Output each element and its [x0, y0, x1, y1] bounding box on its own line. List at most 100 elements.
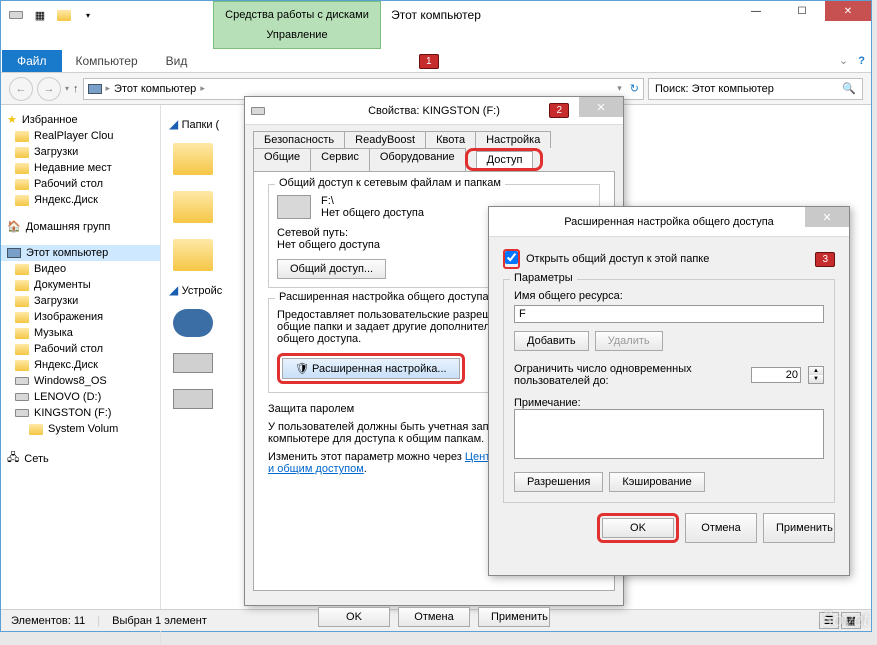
ribbon-tab-computer[interactable]: Компьютер [62, 50, 152, 72]
tree-favorites[interactable]: ★Избранное [1, 111, 160, 128]
file-tab[interactable]: Файл [2, 50, 62, 72]
tree-this-pc[interactable]: Этот компьютер [1, 245, 160, 261]
advanced-sharing-button[interactable]: 🛡 Расширенная настройка... [282, 358, 460, 379]
contextual-tab-sub: Управление [266, 29, 327, 41]
title-bar: ▦ ▾ Этот компьютер — ☐ ✕ [1, 1, 871, 29]
advanced-ok-button[interactable]: OK [602, 518, 674, 538]
properties-cancel-button[interactable]: Отмена [398, 607, 470, 627]
properties-tabs-row1: Безопасность ReadyBoost Квота Настройка [245, 125, 623, 148]
no-share-label: Нет общего доступа [321, 207, 424, 219]
folder-qat-icon[interactable] [53, 4, 75, 26]
refresh-icon[interactable]: ↻ [630, 82, 639, 95]
drive-path-label: F:\ [321, 195, 424, 207]
properties-title-bar: Свойства: KINGSTON (F:) 2 ✕ [245, 97, 623, 125]
parameters-label: Параметры [510, 272, 577, 284]
close-button[interactable]: ✕ [825, 1, 871, 21]
tab-quota[interactable]: Квота [425, 131, 476, 148]
tree-pc-item[interactable]: LENOVO (D:) [1, 389, 160, 405]
tree-fav-item[interactable]: Недавние мест [1, 160, 160, 176]
tree-pc-item[interactable]: Загрузки [1, 293, 160, 309]
properties-tabs-row2: Общие Сервис Оборудование Доступ [245, 148, 623, 171]
limit-spinner[interactable]: ▲▼ [808, 366, 824, 384]
tree-fav-item[interactable]: Загрузки [1, 144, 160, 160]
tab-sharing[interactable]: Доступ [476, 151, 534, 168]
drive-icon [5, 4, 27, 26]
tree-fav-item[interactable]: Рабочий стол [1, 176, 160, 192]
share-folder-checkbox[interactable] [505, 251, 518, 264]
tab-tools[interactable]: Сервис [310, 148, 370, 171]
tab-customize[interactable]: Настройка [475, 131, 551, 148]
tree-pc-item[interactable]: KINGSTON (F:) [1, 405, 160, 421]
share-checkbox-row: Открыть общий доступ к этой папке 3 [503, 249, 835, 269]
properties-title: Свойства: KINGSTON (F:) [368, 105, 500, 117]
search-placeholder: Поиск: Этот компьютер [655, 83, 774, 95]
parameters-group: Параметры Имя общего ресурса: Добавить У… [503, 279, 835, 503]
drive-large-icon [277, 195, 311, 219]
advanced-cancel-button[interactable]: Отмена [685, 513, 757, 543]
tree-pc-item[interactable]: Видео [1, 261, 160, 277]
tree-fav-item[interactable]: RealPlayer Clou [1, 128, 160, 144]
ribbon-tab-view[interactable]: Вид [152, 50, 202, 72]
add-button[interactable]: Добавить [514, 331, 589, 351]
tree-pc-item[interactable]: Документы [1, 277, 160, 293]
properties-dialog-buttons: OK Отмена Применить [245, 599, 623, 635]
up-button[interactable]: ↑ [73, 83, 79, 95]
properties-ok-button[interactable]: OK [318, 607, 390, 627]
tree-fav-item[interactable]: Яндекс.Диск [1, 192, 160, 208]
advanced-button-highlight: 🛡 Расширенная настройка... [277, 353, 465, 384]
caching-button[interactable]: Кэширование [609, 472, 704, 492]
status-selected: Выбран 1 элемент [112, 615, 207, 627]
forward-button[interactable]: → [37, 77, 61, 101]
advanced-title: Расширенная настройка общего доступа [564, 216, 774, 228]
maximize-button[interactable]: ☐ [779, 1, 825, 21]
help-icon[interactable]: ? [858, 55, 865, 67]
group-label: Расширенная настройка общего доступа [275, 291, 493, 303]
tree-homegroup[interactable]: 🏠Домашняя групп [1, 218, 160, 235]
ribbon-expand-icon[interactable]: ⌄ [839, 54, 848, 67]
badge-1: 1 [419, 54, 439, 69]
back-button[interactable]: ← [9, 77, 33, 101]
advanced-title-bar: Расширенная настройка общего доступа ✕ [489, 207, 849, 237]
share-button[interactable]: Общий доступ... [277, 259, 386, 279]
view-details-icon[interactable]: ☰ [819, 612, 839, 629]
tree-pc-item[interactable]: Изображения [1, 309, 160, 325]
tree-pc-item[interactable]: Яндекс.Диск [1, 357, 160, 373]
tree-network[interactable]: 🖧Сеть [1, 447, 160, 470]
properties-apply-button[interactable]: Применить [478, 607, 550, 627]
tab-security[interactable]: Безопасность [253, 131, 345, 148]
search-icon: 🔍 [842, 82, 856, 95]
advanced-apply-button[interactable]: Применить [763, 513, 835, 543]
window-title: Этот компьютер [391, 8, 481, 22]
limit-users-input[interactable] [751, 367, 801, 383]
ribbon-bar: Файл Компьютер Вид 1 ⌄ ? [1, 49, 871, 73]
contextual-tab-title: Средства работы с дисками [225, 9, 369, 21]
contextual-tab-disk-tools[interactable]: Средства работы с дисками Управление [213, 1, 381, 49]
tree-pc-subitem[interactable]: System Volum [1, 421, 160, 437]
minimize-button[interactable]: — [733, 1, 779, 21]
tree-pc-item[interactable]: Windows8_OS [1, 373, 160, 389]
navigation-pane: ★Избранное RealPlayer Clou Загрузки Неда… [1, 105, 161, 645]
properties-close-button[interactable]: ✕ [579, 97, 623, 117]
history-dropdown-icon[interactable]: ▾ [65, 84, 69, 93]
tree-pc-item[interactable]: Рабочий стол [1, 341, 160, 357]
search-input[interactable]: Поиск: Этот компьютер 🔍 [648, 78, 863, 100]
permissions-button[interactable]: Разрешения [514, 472, 603, 492]
limit-users-label: Ограничить число одновременных пользоват… [514, 363, 743, 387]
tab-general[interactable]: Общие [253, 148, 311, 171]
badge-3: 3 [815, 252, 835, 267]
advanced-sharing-dialog: Расширенная настройка общего доступа ✕ О… [488, 206, 850, 576]
note-textarea[interactable] [514, 409, 824, 459]
tree-pc-item[interactable]: Музыка [1, 325, 160, 341]
props-qat-icon[interactable]: ▦ [29, 4, 51, 26]
share-folder-label: Открыть общий доступ к этой папке [526, 253, 709, 265]
badge-2: 2 [549, 103, 569, 118]
remove-button[interactable]: Удалить [595, 331, 663, 351]
qat-dropdown-icon[interactable]: ▾ [77, 4, 99, 26]
view-large-icon[interactable]: ▦ [841, 612, 861, 629]
tab-hardware[interactable]: Оборудование [369, 148, 466, 171]
quick-access-toolbar: ▦ ▾ [1, 4, 99, 26]
tab-readyboost[interactable]: ReadyBoost [344, 131, 426, 148]
share-name-input[interactable] [514, 305, 824, 323]
advanced-close-button[interactable]: ✕ [805, 207, 849, 227]
note-label: Примечание: [514, 397, 824, 409]
